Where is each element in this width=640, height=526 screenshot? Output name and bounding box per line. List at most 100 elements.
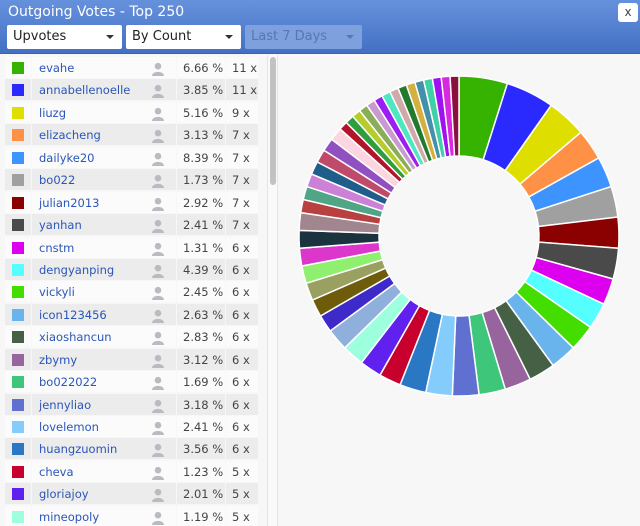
user-link[interactable]: xiaoshancun <box>39 326 112 348</box>
user-icon[interactable] <box>151 465 165 480</box>
user-icon[interactable] <box>151 196 165 211</box>
user-link[interactable]: liuzg <box>39 102 66 124</box>
user-icon[interactable] <box>151 128 165 144</box>
list-item: xiaoshancun 2.83 % 6 x <box>5 326 258 348</box>
user-link[interactable]: mineopoly <box>39 506 99 526</box>
count-cell: 6 x <box>226 393 258 415</box>
period-dropdown: Last 7 Days <box>245 25 362 49</box>
count-cell: 7 x <box>226 191 258 213</box>
user-icon[interactable] <box>151 83 165 99</box>
name-cell: yanhan <box>32 214 176 236</box>
user-link[interactable]: bo022022 <box>39 371 97 393</box>
percent-cell: 3.12 % <box>177 348 225 370</box>
name-cell: cheva <box>32 460 176 483</box>
user-icon[interactable] <box>151 173 165 189</box>
count-cell: 5 x <box>226 483 258 505</box>
color-cell <box>5 438 31 460</box>
user-icon[interactable] <box>151 106 165 121</box>
user-icon[interactable] <box>151 218 165 234</box>
percent-cell: 2.83 % <box>177 326 225 348</box>
user-link[interactable]: jennyliao <box>39 394 91 416</box>
user-link[interactable]: evahe <box>39 57 74 79</box>
list-item: jennyliao 3.18 % 6 x <box>5 393 258 416</box>
user-link[interactable]: yanhan <box>39 214 82 236</box>
list-scrollbar[interactable] <box>267 55 278 526</box>
user-icon[interactable] <box>151 442 165 458</box>
user-icon[interactable] <box>151 487 165 503</box>
vote-count: 5 x <box>232 487 250 502</box>
caret-down-icon <box>346 35 354 39</box>
percent-cell: 6.66 % <box>177 57 225 78</box>
percent-cell: 2.41 % <box>177 214 225 236</box>
percent-cell: 1.31 % <box>177 236 225 258</box>
user-icon[interactable] <box>151 330 165 346</box>
count-cell: 11 x <box>226 57 258 78</box>
user-link[interactable]: huangzuomin <box>39 438 117 460</box>
user-icon[interactable] <box>151 151 165 166</box>
window-header: Outgoing Votes - Top 250 x Upvotes By Co… <box>0 0 640 54</box>
user-link[interactable]: cheva <box>39 461 74 483</box>
list-item: dengyanping 4.39 % 6 x <box>5 258 258 281</box>
user-icon[interactable] <box>151 420 165 435</box>
color-cell <box>5 169 31 191</box>
user-link[interactable]: julian2013 <box>39 192 99 214</box>
user-icon[interactable] <box>151 241 165 256</box>
list-item: gloriajoy 2.01 % 5 x <box>5 483 258 505</box>
color-swatch <box>12 196 24 209</box>
user-link[interactable]: gloriajoy <box>39 483 89 505</box>
color-cell <box>5 214 31 236</box>
user-icon[interactable] <box>151 398 165 413</box>
color-swatch <box>12 62 24 74</box>
color-cell <box>5 393 31 415</box>
vote-count: 6 x <box>232 375 250 390</box>
percent-cell: 2.63 % <box>177 303 225 325</box>
user-link[interactable]: zbymy <box>39 349 77 371</box>
user-icon[interactable] <box>151 61 165 76</box>
user-link[interactable]: lovelemon <box>39 416 99 438</box>
count-cell: 7 x <box>226 124 258 146</box>
vote-percent: 3.13 % <box>183 128 224 143</box>
user-icon[interactable] <box>151 353 165 368</box>
color-cell <box>5 348 31 370</box>
vote-type-dropdown[interactable]: Upvotes <box>7 25 122 49</box>
vote-count: 11 x <box>232 61 258 75</box>
count-cell: 7 x <box>226 146 258 168</box>
user-link[interactable]: vickyli <box>39 281 75 303</box>
votes-list: evahe 6.66 % 11 x annabellenoelle 3.85 %… <box>5 57 258 526</box>
name-cell: mineopoly <box>32 505 176 526</box>
user-icon[interactable] <box>151 263 165 278</box>
user-icon[interactable] <box>151 510 165 525</box>
color-swatch <box>12 443 24 456</box>
percent-cell: 1.73 % <box>177 169 225 191</box>
vote-count: 7 x <box>232 128 250 143</box>
percent-cell: 1.23 % <box>177 460 225 482</box>
sort-dropdown[interactable]: By Count <box>126 25 241 49</box>
scrollbar-thumb[interactable] <box>270 57 276 185</box>
color-swatch <box>12 331 24 344</box>
name-cell: evahe <box>32 57 176 78</box>
user-link[interactable]: dengyanping <box>39 259 114 281</box>
user-icon[interactable] <box>151 308 165 323</box>
list-item: zbymy 3.12 % 6 x <box>5 348 258 371</box>
name-cell: cnstm <box>32 236 176 259</box>
user-icon[interactable] <box>151 375 165 391</box>
user-link[interactable]: bo022 <box>39 169 75 191</box>
vote-percent: 4.39 % <box>183 262 224 277</box>
color-cell <box>5 505 31 526</box>
user-link[interactable]: elizacheng <box>39 124 101 146</box>
list-item: yanhan 2.41 % 7 x <box>5 214 258 236</box>
percent-cell: 3.13 % <box>177 124 225 146</box>
color-swatch <box>12 219 24 232</box>
user-link[interactable]: cnstm <box>39 237 74 259</box>
user-link[interactable]: dailyke20 <box>39 147 95 169</box>
percent-cell: 3.56 % <box>177 438 225 460</box>
user-link[interactable]: annabellenoelle <box>39 79 130 101</box>
color-swatch <box>12 174 24 187</box>
count-cell: 6 x <box>226 258 258 280</box>
user-link[interactable]: icon123456 <box>39 304 107 326</box>
color-swatch <box>12 398 24 411</box>
color-cell <box>5 191 31 213</box>
count-cell: 6 x <box>226 371 258 393</box>
user-icon[interactable] <box>151 285 165 301</box>
close-button[interactable]: x <box>618 3 638 22</box>
